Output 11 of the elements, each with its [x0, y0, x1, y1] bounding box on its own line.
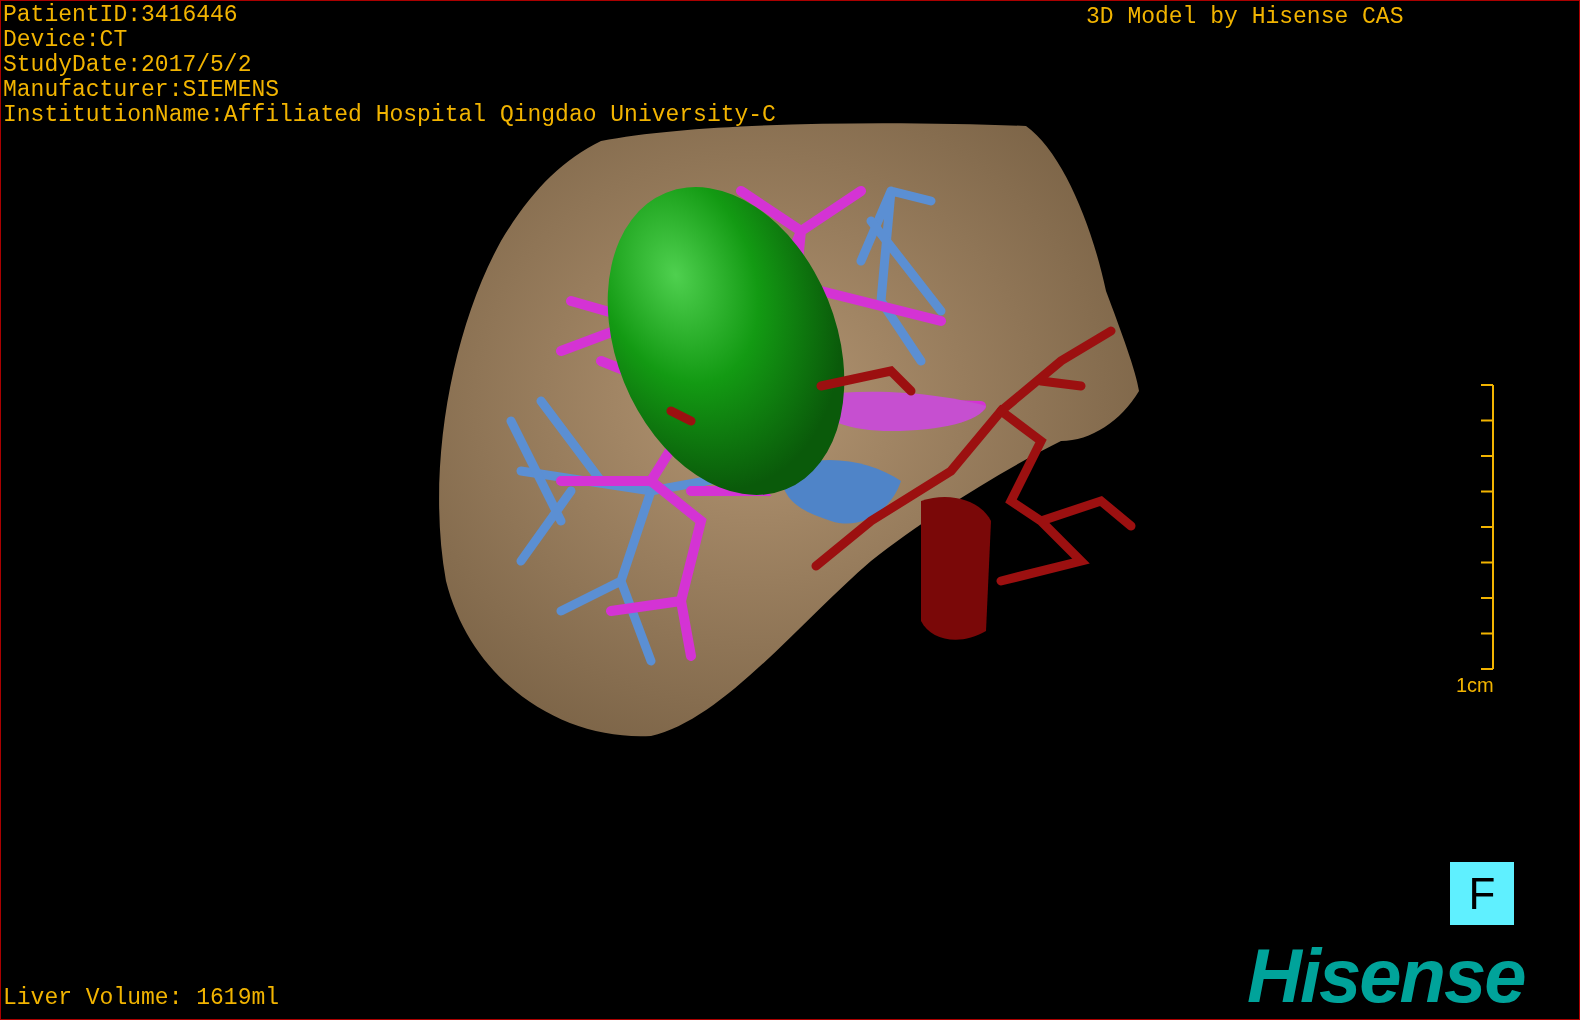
liver-volume-label: Liver Volume: 1619ml — [3, 986, 280, 1011]
study-info-line: StudyDate:2017/5/2 — [3, 53, 252, 78]
study-info-line: PatientID:3416446 — [3, 3, 238, 28]
scale-label: 1cm — [1456, 673, 1494, 697]
orientation-cube[interactable]: F — [1450, 862, 1514, 925]
brand-logo: Hisense — [1247, 936, 1525, 1016]
scale-bar-icon — [1480, 384, 1494, 670]
study-info-line: InstitutionName:Affiliated Hospital Qingdao University-C — [3, 103, 776, 128]
model-credit-label: 3D Model by Hisense CAS — [1086, 5, 1404, 30]
study-info-line: Device:CT — [3, 28, 128, 53]
study-info-line: Manufacturer:SIEMENS — [3, 78, 280, 103]
